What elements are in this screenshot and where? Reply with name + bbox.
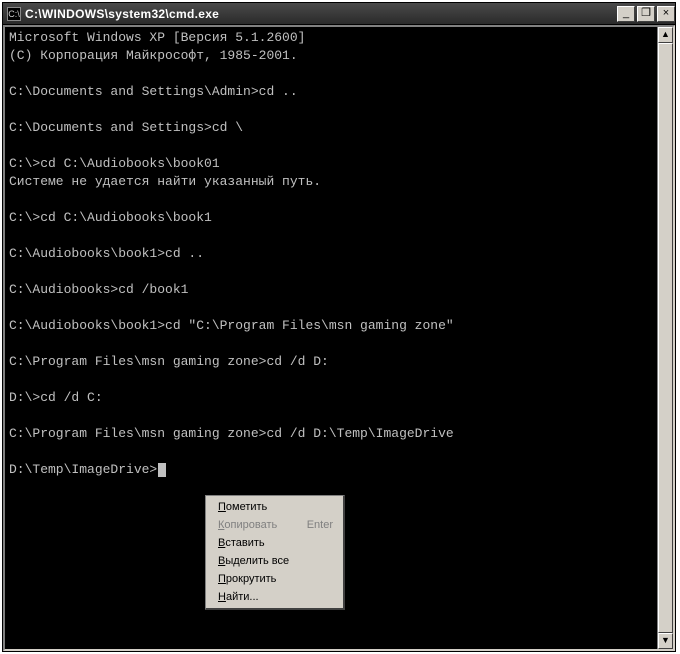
minimize-button[interactable]: _ bbox=[617, 6, 635, 22]
menu-item-label: Вставить bbox=[218, 537, 265, 549]
maximize-button[interactable]: ❐ bbox=[637, 6, 655, 22]
scroll-up-button[interactable]: ▲ bbox=[658, 27, 673, 43]
scroll-track[interactable] bbox=[658, 43, 673, 633]
menu-item-3[interactable]: Выделить все bbox=[208, 552, 341, 570]
menu-item-4[interactable]: Прокрутить bbox=[208, 570, 341, 588]
menu-item-2[interactable]: Вставить bbox=[208, 534, 341, 552]
context-menu[interactable]: Пометить Копировать Enter Вставить Выделить … bbox=[205, 495, 345, 610]
scroll-down-button[interactable]: ▼ bbox=[658, 633, 673, 649]
close-button[interactable]: × bbox=[657, 6, 675, 22]
vertical-scrollbar[interactable]: ▲ ▼ bbox=[657, 27, 673, 649]
cursor bbox=[158, 463, 166, 477]
menu-item-label: Пометить bbox=[218, 501, 267, 513]
menu-item-accel: Enter bbox=[307, 519, 333, 531]
menu-item-5[interactable]: Найти... bbox=[208, 588, 341, 606]
menu-item-0[interactable]: Пометить bbox=[208, 498, 341, 516]
menu-item-label: Выделить все bbox=[218, 555, 289, 567]
menu-item-1: Копировать Enter bbox=[208, 516, 341, 534]
scroll-thumb[interactable] bbox=[658, 43, 673, 633]
titlebar[interactable]: C:\ C:\WINDOWS\system32\cmd.exe _ ❐ × bbox=[3, 3, 675, 25]
menu-item-label: Копировать bbox=[218, 519, 277, 531]
menu-item-label: Прокрутить bbox=[218, 573, 276, 585]
menu-item-label: Найти... bbox=[218, 591, 259, 603]
window-title: C:\WINDOWS\system32\cmd.exe bbox=[25, 7, 615, 21]
app-icon[interactable]: C:\ bbox=[7, 7, 21, 21]
